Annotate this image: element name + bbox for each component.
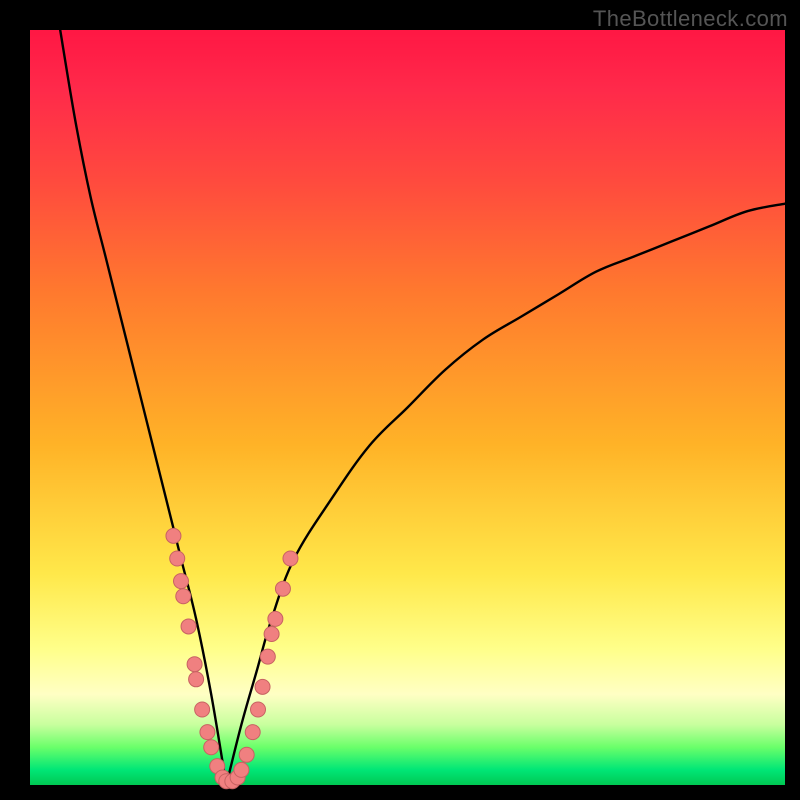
sample-point	[200, 725, 215, 740]
sample-point-markers	[166, 528, 298, 788]
sample-point	[195, 702, 210, 717]
sample-point	[251, 702, 266, 717]
sample-point	[234, 762, 249, 777]
sample-point	[189, 672, 204, 687]
sample-point	[204, 740, 219, 755]
plot-area	[30, 30, 785, 785]
curve-layer	[30, 30, 785, 785]
sample-point	[255, 679, 270, 694]
sample-point	[170, 551, 185, 566]
watermark-label: TheBottleneck.com	[593, 6, 788, 32]
curve-right-branch	[226, 204, 785, 785]
sample-point	[260, 649, 275, 664]
curve-left-branch	[60, 30, 226, 785]
sample-point	[283, 551, 298, 566]
sample-point	[275, 581, 290, 596]
sample-point	[181, 619, 196, 634]
bottleneck-curve	[60, 30, 785, 785]
sample-point	[166, 528, 181, 543]
sample-point	[245, 725, 260, 740]
sample-point	[268, 611, 283, 626]
sample-point	[239, 747, 254, 762]
sample-point	[174, 574, 189, 589]
sample-point	[264, 627, 279, 642]
chart-frame: TheBottleneck.com	[0, 0, 800, 800]
sample-point	[187, 657, 202, 672]
sample-point	[176, 589, 191, 604]
